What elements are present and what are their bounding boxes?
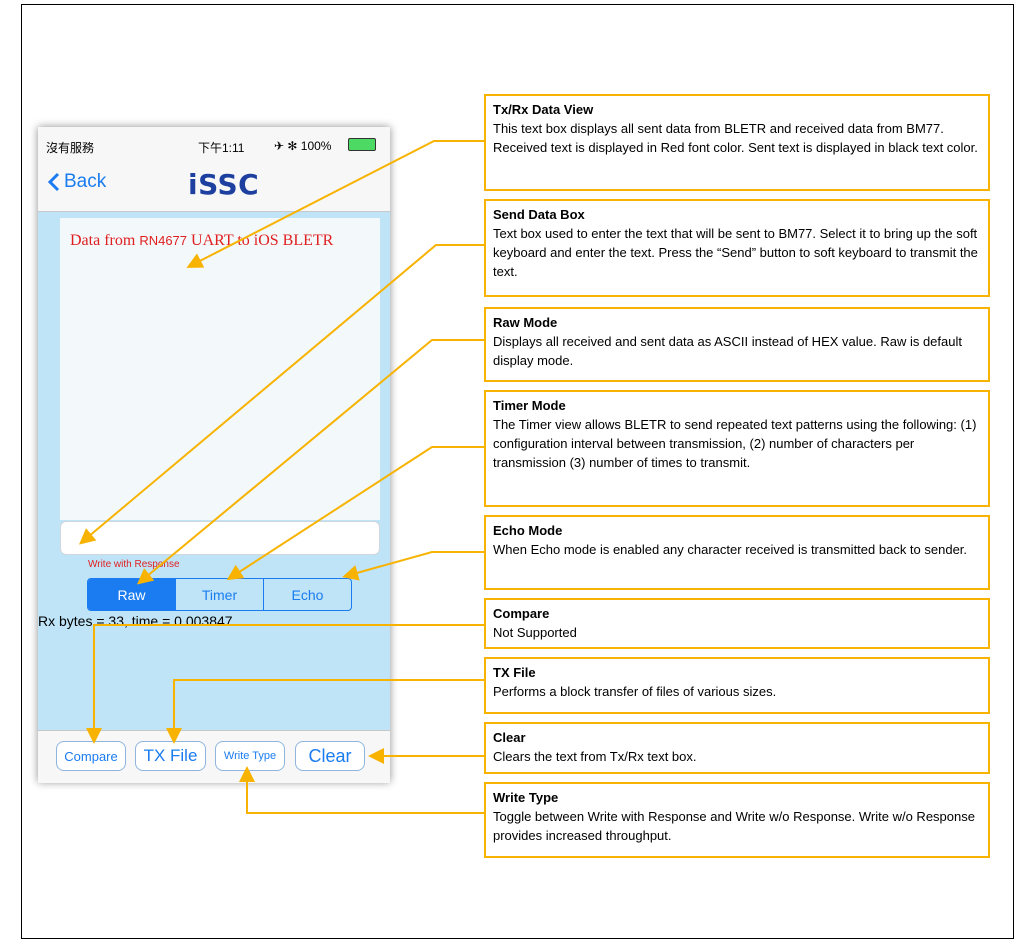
callout-leader-lines — [78, 140, 484, 814]
